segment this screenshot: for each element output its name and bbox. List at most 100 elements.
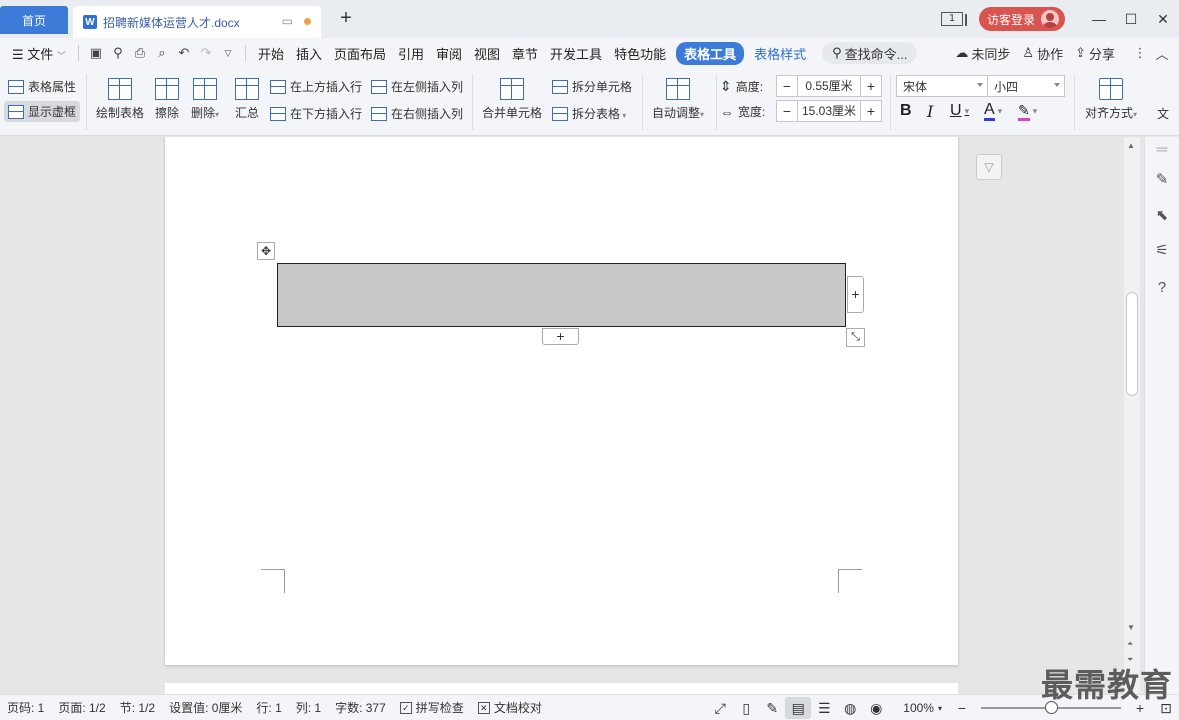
width-increase-button[interactable]: + <box>860 100 882 122</box>
tab-section[interactable]: 章节 <box>506 44 544 63</box>
eye-protection-icon[interactable]: ◉ <box>863 700 889 717</box>
insert-row-below-button[interactable]: 在下方插入行 <box>270 105 362 122</box>
scroll-down-icon[interactable]: ▼ <box>1127 623 1135 632</box>
minimize-icon[interactable]: — <box>1083 11 1115 27</box>
print-preview-icon[interactable]: ⌕ <box>151 45 173 61</box>
vertical-scrollbar[interactable] <box>1124 137 1140 694</box>
zoom-out-icon[interactable]: − <box>949 700 975 716</box>
more-quick-access-icon[interactable]: ▽ <box>217 48 239 59</box>
tab-insert[interactable]: 插入 <box>290 44 328 63</box>
collaborate-button[interactable]: ♙ 协作 <box>1016 44 1069 63</box>
tab-developer[interactable]: 开发工具 <box>544 44 608 63</box>
edit-pen-icon[interactable]: ✎ <box>1153 171 1171 189</box>
width-stepper[interactable]: − 15.03厘米 + <box>776 100 882 122</box>
height-stepper[interactable]: − 0.55厘米 + <box>776 75 882 97</box>
scrollbar-thumb[interactable] <box>1126 292 1138 396</box>
alignment-button[interactable]: 对齐方式▾ <box>1085 78 1137 121</box>
width-value[interactable]: 15.03厘米 <box>798 100 860 122</box>
status-pages[interactable]: 页面: 1/2 <box>51 699 112 716</box>
sidebar-handle-icon[interactable]: ═ <box>1153 141 1171 159</box>
table-resize-icon[interactable]: ⤡ <box>846 328 865 347</box>
erase-button[interactable]: 擦除 <box>155 78 179 121</box>
font-size-select[interactable]: 小四 <box>987 75 1065 97</box>
save-icon[interactable]: ▣ <box>85 45 107 61</box>
table-properties-button[interactable]: 表格属性 <box>8 78 76 95</box>
format-painter-icon[interactable]: ⚲ <box>107 45 129 61</box>
print-icon[interactable]: ⎙ <box>129 45 151 61</box>
undo-icon[interactable]: ↶ <box>173 45 195 61</box>
tab-start[interactable]: 开始 <box>252 44 290 63</box>
help-icon[interactable]: ? <box>1153 279 1171 297</box>
scroll-up-icon[interactable]: ▲ <box>1127 141 1135 150</box>
highlight-button[interactable]: ✎ ▾ <box>1018 102 1037 121</box>
insert-col-left-button[interactable]: 在左侧插入列 <box>371 78 463 95</box>
zoom-slider[interactable] <box>981 701 1121 714</box>
text-direction-button[interactable]: 文 <box>1157 105 1169 122</box>
monitor-icon[interactable]: ▭ <box>282 14 293 28</box>
write-mode-icon[interactable]: ✎ <box>759 700 785 717</box>
table-move-icon[interactable]: ✥ <box>257 242 275 260</box>
height-decrease-button[interactable]: − <box>776 75 798 97</box>
redo-icon[interactable]: ↷ <box>195 45 217 61</box>
collapse-ribbon-icon[interactable]: ︿ <box>1151 44 1173 63</box>
prev-page-icon[interactable]: ⏶ <box>1127 639 1133 649</box>
tab-page-layout[interactable]: 页面布局 <box>328 44 392 63</box>
command-search[interactable]: ⚲ 查找命令... <box>822 42 918 64</box>
status-word-count[interactable]: 字数: 377 <box>328 699 393 716</box>
maximize-icon[interactable]: ☐ <box>1115 11 1147 28</box>
close-icon[interactable]: ✕ <box>1147 11 1179 28</box>
status-page-number[interactable]: 页码: 1 <box>0 699 51 716</box>
outline-view-icon[interactable]: ☰ <box>811 700 837 717</box>
new-tab-button[interactable]: + <box>334 7 358 31</box>
font-color-button[interactable]: A ▾ <box>984 102 1002 121</box>
reading-mode-icon[interactable]: ▯ <box>733 700 759 717</box>
more-options-icon[interactable]: ⋮ <box>1129 45 1151 61</box>
navigation-pane-icon[interactable]: ▽ <box>976 154 1002 180</box>
font-family-select[interactable]: 宋体 <box>896 75 988 97</box>
status-setting[interactable]: 设置值: 0厘米 <box>162 699 249 716</box>
document-proof-button[interactable]: ✕ 文档校对 <box>471 699 549 716</box>
tab-view[interactable]: 视图 <box>468 44 506 63</box>
draw-table-button[interactable]: 绘制表格 <box>96 78 144 121</box>
split-table-button[interactable]: 拆分表格 ▾ <box>552 105 626 122</box>
delete-button[interactable]: 删除▾ <box>191 78 219 121</box>
page-view-icon[interactable]: ▤ <box>785 697 812 719</box>
add-column-button[interactable]: + <box>847 276 864 313</box>
tab-review[interactable]: 审阅 <box>430 44 468 63</box>
document-tab[interactable]: W 招聘新媒体运营人才.docx ▭ <box>73 6 321 38</box>
settings-sliders-icon[interactable]: ⚟ <box>1153 242 1171 260</box>
window-count-indicator[interactable]: 1 <box>940 12 967 26</box>
tab-features[interactable]: 特色功能 <box>608 44 672 63</box>
italic-button[interactable]: I <box>927 102 933 121</box>
select-cursor-icon[interactable]: ⬉ <box>1153 207 1171 225</box>
status-column[interactable]: 列: 1 <box>289 699 328 716</box>
unsaved-dot-icon[interactable] <box>304 18 311 25</box>
share-button[interactable]: ⇪ 分享 <box>1069 44 1121 63</box>
web-view-icon[interactable]: ◍ <box>837 700 863 717</box>
sync-button[interactable]: ☁ 未同步 <box>949 44 1016 63</box>
home-tab[interactable]: 首页 <box>0 6 68 34</box>
fullscreen-icon[interactable]: ⤢ <box>707 700 733 717</box>
status-row[interactable]: 行: 1 <box>249 699 288 716</box>
spell-check-button[interactable]: ✓ 拼写检查 <box>393 699 471 716</box>
underline-button[interactable]: U ▾ <box>950 102 969 120</box>
summary-button[interactable]: 汇总 <box>235 78 259 121</box>
tab-table-tools[interactable]: 表格工具 <box>676 41 745 65</box>
auto-fit-button[interactable]: 自动调整▾ <box>652 78 704 121</box>
zoom-level[interactable]: 100% ▾ <box>889 701 949 715</box>
tab-table-style[interactable]: 表格样式 <box>748 44 812 63</box>
show-gridlines-button[interactable]: 显示虚框 <box>4 101 81 122</box>
insert-col-right-button[interactable]: 在右侧插入列 <box>371 105 463 122</box>
bold-button[interactable]: B <box>900 102 912 120</box>
height-increase-button[interactable]: + <box>860 75 882 97</box>
split-cells-button[interactable]: 拆分单元格 <box>552 78 632 95</box>
merge-cells-button[interactable]: 合并单元格 <box>482 78 542 121</box>
file-menu[interactable]: ☰ 文件 ﹀ <box>0 44 72 63</box>
status-section[interactable]: 节: 1/2 <box>113 699 162 716</box>
insert-row-above-button[interactable]: 在上方插入行 <box>270 78 362 95</box>
add-row-button[interactable]: + <box>542 328 579 345</box>
table-cell[interactable] <box>277 263 846 327</box>
visitor-login-button[interactable]: 访客登录 <box>978 7 1065 31</box>
tab-references[interactable]: 引用 <box>392 44 430 63</box>
width-decrease-button[interactable]: − <box>776 100 798 122</box>
